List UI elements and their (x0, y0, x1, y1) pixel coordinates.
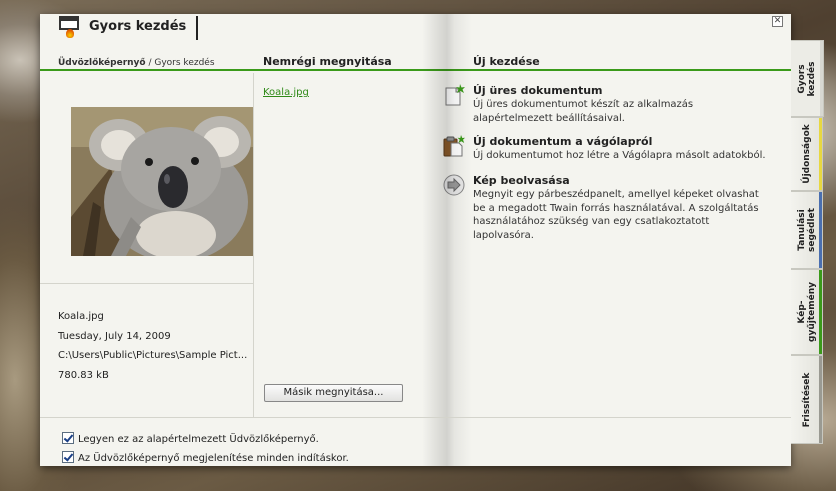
action-description: Megnyit egy párbeszédpanelt, amellyel ké… (473, 189, 759, 241)
app-logo-icon (59, 16, 81, 38)
action-title: Új üres dokumentum (473, 84, 603, 97)
action-title: Új dokumentum a vágólapról (473, 135, 653, 148)
preview-divider (40, 283, 254, 284)
close-button[interactable]: ✕ (772, 16, 783, 27)
default-screen-checkbox[interactable]: Legyen ez az alapértelmezett Üdvözlőképe… (62, 432, 319, 445)
checkbox-checked[interactable] (62, 432, 74, 444)
tab-color-strip (819, 270, 822, 354)
file-info: Koala.jpg Tuesday, July 14, 2009 C:\User… (58, 307, 247, 385)
action-title: Kép beolvasása (473, 174, 570, 187)
tab-label: Frissítések (802, 372, 812, 427)
breadcrumb: Üdvözlőképernyő / Gyors kezdés (58, 58, 215, 68)
checkbox-label: Az Üdvözlőképernyő megjelenítése minden … (78, 453, 349, 464)
tab-color-strip (819, 118, 822, 190)
book-spine-shadow (422, 14, 472, 466)
checkbox-label: Legyen ez az alapértelmezett Üdvözlőképe… (78, 434, 319, 445)
file-date: Tuesday, July 14, 2009 (58, 330, 171, 342)
preview-thumbnail (71, 107, 253, 256)
tab-updates[interactable]: Frissítések (791, 355, 823, 444)
recent-heading: Nemrégi megnyitása (263, 55, 392, 68)
tab-image-collection[interactable]: Kép-gyűjtemény (791, 269, 823, 355)
tab-label-line1: Gyors (797, 63, 807, 94)
recent-file-link[interactable]: Koala.jpg (263, 87, 309, 98)
new-document-icon (443, 84, 465, 106)
tab-label: Újdonságok (802, 124, 812, 183)
tab-label: Tanulási segédlet (797, 208, 817, 252)
welcome-screen-window: Gyors kezdés ✕ Üdvözlőképernyő / Gyors k… (40, 14, 791, 466)
show-on-startup-checkbox[interactable]: Az Üdvözlőképernyő megjelenítése minden … (62, 451, 349, 464)
tab-label-line1: Kép- (796, 300, 807, 324)
breadcrumb-home-link[interactable]: Üdvözlőképernyő (58, 58, 146, 68)
tab-label-line1: Frissítések (801, 372, 812, 427)
tab-color-strip (819, 356, 822, 443)
action-description: Új dokumentumot hoz létre a Vágólapra má… (473, 150, 766, 161)
clipboard-document-icon (443, 135, 465, 157)
tab-learning[interactable]: Tanulási segédlet (791, 191, 823, 269)
file-size: 780.83 kB (58, 369, 109, 381)
tab-label-line1: Tanulási (796, 209, 807, 251)
breadcrumb-bar: Üdvözlőképernyő / Gyors kezdés (40, 56, 791, 71)
tab-label-line1: Újdonságok (801, 124, 812, 184)
tab-color-strip (819, 192, 822, 268)
open-other-button[interactable]: Másik megnyitása... (264, 384, 403, 402)
new-heading: Új kezdése (473, 55, 540, 68)
breadcrumb-current: Gyors kezdés (154, 58, 215, 68)
tab-label-line2: gyűjtemény (806, 282, 817, 342)
tab-label: Gyors kezdés (797, 61, 817, 96)
checkbox-checked[interactable] (62, 451, 74, 463)
file-path: C:\Users\Public\Pictures\Sample Pict... (58, 350, 248, 361)
file-name: Koala.jpg (58, 311, 104, 322)
side-tabs: Gyors kezdés Újdonságok Tanulási segédlet … (791, 40, 825, 444)
tab-quick-start[interactable]: Gyors kezdés (791, 40, 824, 117)
tab-label-line2: kezdés (807, 61, 817, 96)
tab-label-line2: segédlet (806, 208, 817, 252)
window-title: Gyors kezdés (89, 19, 187, 34)
tab-color-strip (820, 41, 823, 116)
footer: Legyen ez az alapértelmezett Üdvözlőképe… (40, 417, 791, 466)
tab-label: Kép-gyűjtemény (797, 282, 817, 342)
title-divider (196, 16, 198, 40)
tab-whats-new[interactable]: Újdonságok (791, 117, 823, 191)
scan-icon (443, 174, 465, 196)
title-bar: Gyors kezdés ✕ (40, 14, 791, 56)
action-description: Új üres dokumentumot készít az alkalmazá… (473, 99, 694, 124)
